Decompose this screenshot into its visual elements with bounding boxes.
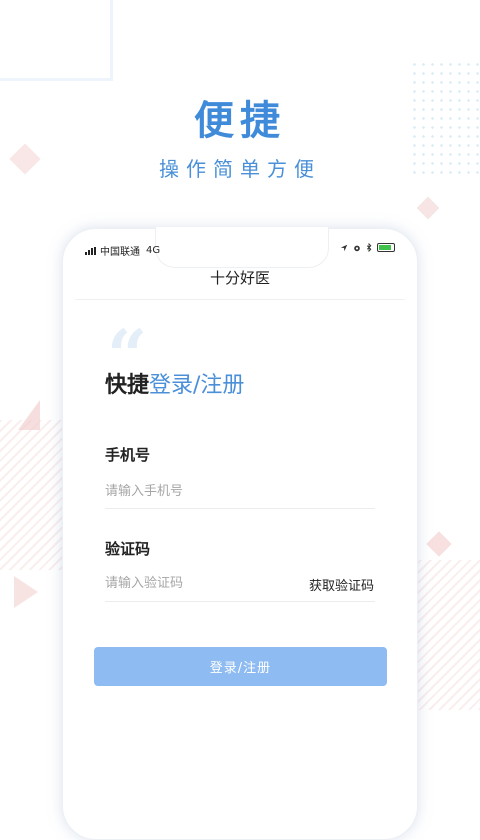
signal-icon (85, 246, 96, 255)
login-register-button[interactable]: 登录/注册 (94, 647, 387, 686)
network-label: 4G (146, 245, 161, 256)
carrier-label: 中国联通 (100, 247, 140, 258)
get-code-button[interactable]: 获取验证码 (309, 575, 374, 594)
phone-mockup: 中国联通 4G 十分好医 “ 快捷登录/注册 手机号 验证码 获取验证码 登录/… (62, 227, 418, 840)
location-icon (340, 244, 348, 251)
login-heading: 快捷登录/注册 (105, 367, 244, 399)
code-input[interactable] (105, 569, 295, 597)
battery-icon (377, 243, 395, 252)
phone-input[interactable] (105, 477, 375, 505)
phone-notch (155, 227, 329, 268)
header-divider (75, 299, 405, 300)
phone-label: 手机号 (105, 446, 151, 464)
promo-title: 便捷 (194, 98, 286, 144)
alarm-icon (354, 245, 360, 251)
status-bar-left: 中国联通 4G (85, 243, 160, 258)
login-heading-main: 快捷 (105, 373, 150, 398)
code-input-underline (105, 601, 375, 602)
bluetooth-icon (366, 243, 372, 252)
bg-diamond-decoration (416, 196, 440, 220)
promo-subtitle: 操作简单方便 (159, 157, 321, 181)
bg-diamond-decoration (426, 531, 452, 557)
status-bar-right (340, 243, 395, 252)
app-title: 十分好医 (209, 269, 270, 287)
login-heading-accent: 登录/注册 (149, 373, 245, 398)
phone-input-underline (105, 508, 375, 509)
bg-triangle-decoration (14, 576, 38, 608)
bg-frame-decoration (0, 0, 113, 81)
code-label: 验证码 (105, 540, 151, 558)
